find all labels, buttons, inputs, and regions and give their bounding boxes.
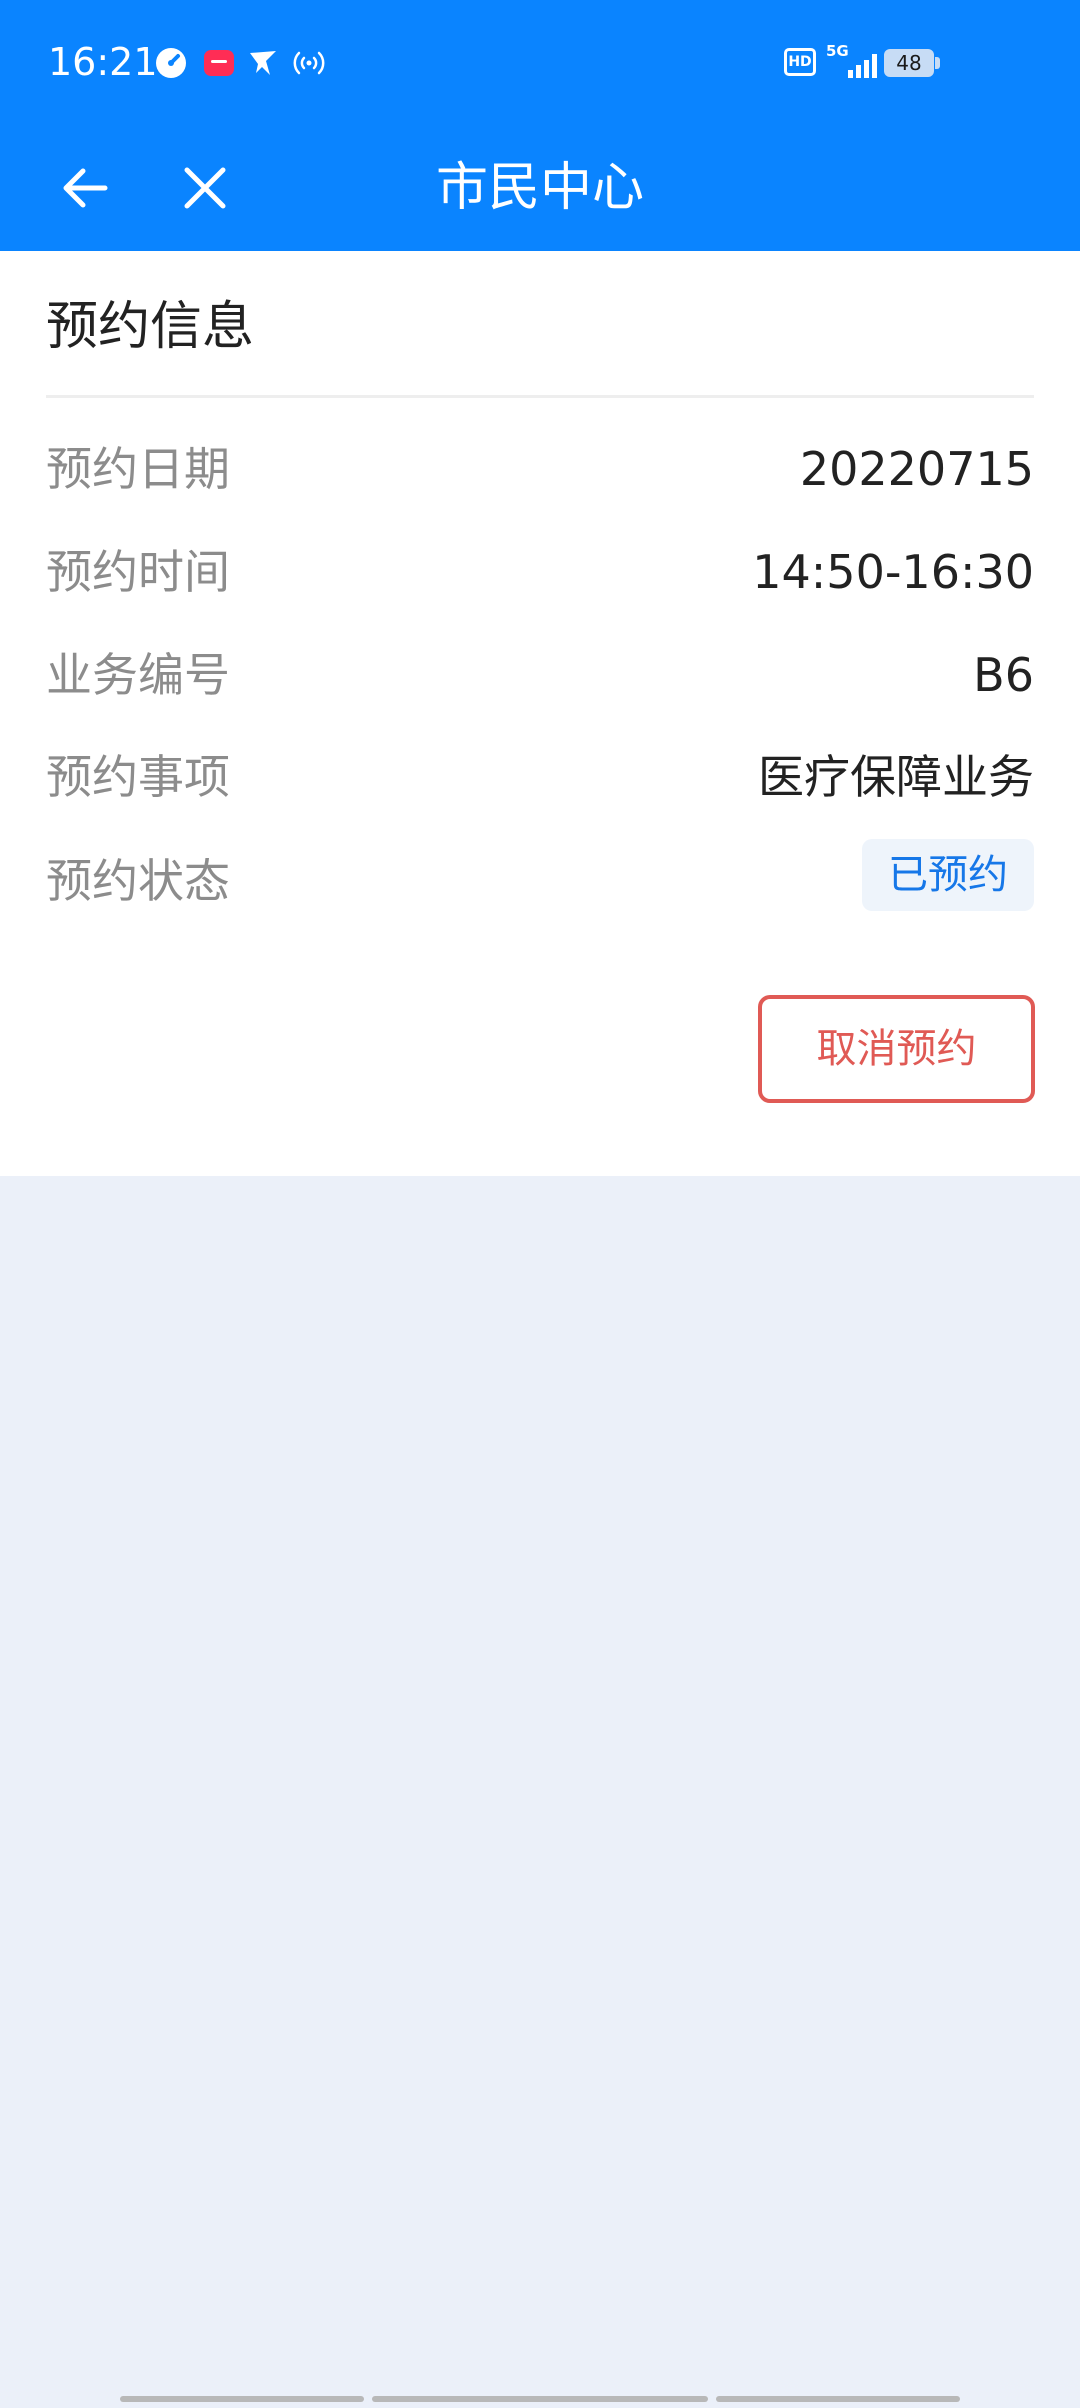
info-label: 预约时间 xyxy=(46,545,230,599)
close-icon xyxy=(184,167,226,209)
cancel-appointment-button[interactable]: 取消预约 xyxy=(758,995,1035,1103)
arrow-left-icon xyxy=(63,168,108,208)
appointment-info-card: 预约信息 预约日期 20220715 预约时间 14:50-16:30 业务编号… xyxy=(0,251,1080,1176)
info-label: 预约状态 xyxy=(46,854,230,908)
close-button[interactable] xyxy=(172,155,238,221)
nav-bar: 市民中心 xyxy=(0,125,1080,251)
info-value: 20220715 xyxy=(799,442,1034,496)
gesture-bar-segment xyxy=(716,2396,960,2402)
card-divider xyxy=(46,395,1034,398)
info-label: 预约日期 xyxy=(46,442,230,496)
status-time: 16:21 xyxy=(48,40,158,84)
info-label: 预约事项 xyxy=(46,750,230,804)
speedometer-icon xyxy=(154,46,188,80)
info-value: 医疗保障业务 xyxy=(758,750,1034,804)
top-header: 16:21 HD 5G 48 市民中心 xyxy=(0,0,1080,251)
info-label: 业务编号 xyxy=(46,648,230,702)
shopping-bag-icon xyxy=(202,46,236,80)
info-row-item: 预约事项 医疗保障业务 xyxy=(46,745,1034,809)
info-row-business-number: 业务编号 B6 xyxy=(46,643,1034,707)
info-row-status: 预约状态 已预约 xyxy=(46,839,1034,913)
info-row-time: 预约时间 14:50-16:30 xyxy=(46,540,1034,604)
status-bar: 16:21 HD 5G 48 xyxy=(0,0,1080,125)
back-button[interactable] xyxy=(52,155,118,221)
gesture-bar-segment xyxy=(372,2396,708,2402)
info-row-date: 预约日期 20220715 xyxy=(46,437,1034,501)
gesture-bar-segment xyxy=(120,2396,364,2402)
status-badge: 已预约 xyxy=(862,839,1034,911)
hd-badge: HD xyxy=(784,48,816,76)
battery-indicator: 48 xyxy=(884,49,934,77)
info-value: 14:50-16:30 xyxy=(752,545,1034,599)
card-title: 预约信息 xyxy=(46,297,255,357)
info-value: B6 xyxy=(973,648,1034,702)
battery-tip xyxy=(935,57,940,69)
page-title: 市民中心 xyxy=(435,158,644,218)
cellular-signal-icon: 5G xyxy=(826,42,878,80)
hotspot-icon xyxy=(292,46,326,80)
paper-plane-icon xyxy=(246,46,280,80)
